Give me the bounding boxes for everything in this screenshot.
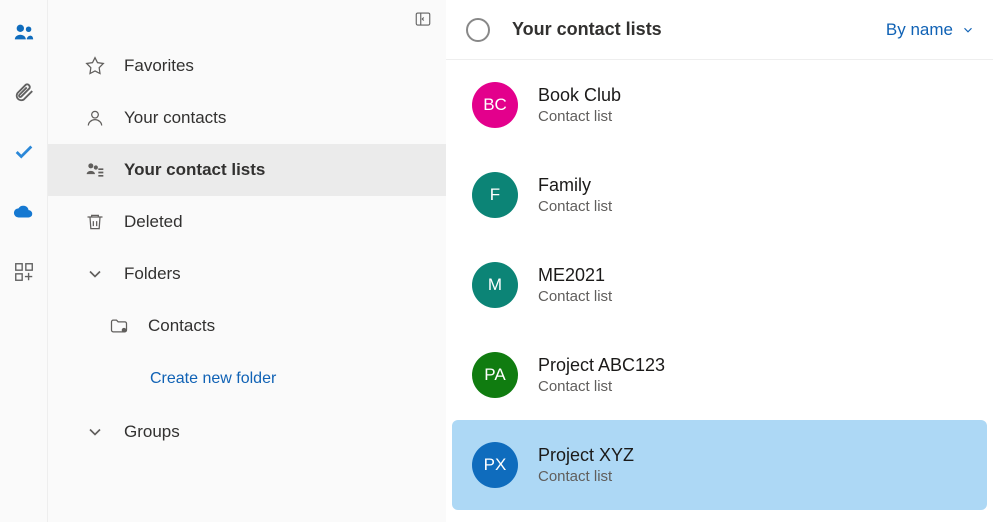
contact-list-icon (84, 159, 106, 181)
avatar: PX (472, 442, 518, 488)
nav-label: Deleted (124, 212, 183, 232)
contact-list-row[interactable]: PA Project ABC123 Contact list (452, 330, 987, 420)
nav-label: Your contact lists (124, 160, 265, 180)
app-people[interactable] (8, 16, 40, 48)
collapse-icon (414, 10, 432, 28)
nav-contacts-folder[interactable]: Contacts (48, 300, 446, 352)
nav-deleted[interactable]: Deleted (48, 196, 446, 248)
nav-label: Favorites (124, 56, 194, 76)
people-icon (13, 21, 35, 43)
todo-icon (13, 141, 35, 163)
app-todo[interactable] (8, 136, 40, 168)
main-header: Your contact lists By name (446, 0, 993, 60)
sidebar: Favorites Your contacts Your contact lis… (48, 0, 446, 522)
collapse-sidebar-button[interactable] (414, 10, 432, 33)
list-item-subtitle: Contact list (538, 198, 612, 215)
list-item-name: Project ABC123 (538, 355, 665, 376)
list-item-name: Book Club (538, 85, 621, 106)
list-item-subtitle: Contact list (538, 378, 665, 395)
nav-favorites[interactable]: Favorites (48, 40, 446, 92)
nav-your-contacts[interactable]: Your contacts (48, 92, 446, 144)
nav-label: Groups (124, 422, 180, 442)
page-title: Your contact lists (512, 19, 886, 40)
nav-folders[interactable]: Folders (48, 248, 446, 300)
nav-your-contact-lists[interactable]: Your contact lists (48, 144, 446, 196)
avatar: M (472, 262, 518, 308)
contact-list-container: BC Book Club Contact list F Family Contact li… (446, 60, 993, 510)
attach-icon (13, 81, 35, 103)
app-onedrive[interactable] (8, 196, 40, 228)
list-item-subtitle: Contact list (538, 108, 621, 125)
list-item-text: Project XYZ Contact list (538, 445, 634, 485)
app-rail (0, 0, 48, 522)
sort-label: By name (886, 20, 953, 40)
sort-button[interactable]: By name (886, 20, 975, 40)
star-icon (84, 55, 106, 77)
nav-label: Contacts (148, 316, 215, 336)
avatar: BC (472, 82, 518, 128)
nav-label: Folders (124, 264, 181, 284)
list-item-text: ME2021 Contact list (538, 265, 612, 305)
list-item-text: Family Contact list (538, 175, 612, 215)
chevron-down-icon (961, 23, 975, 37)
contact-list-row[interactable]: BC Book Club Contact list (452, 60, 987, 150)
select-all-checkbox[interactable] (466, 18, 490, 42)
main-panel: Your contact lists By name BC Book Club Co… (446, 0, 993, 522)
chevron-down-icon (84, 421, 106, 443)
trash-icon (84, 211, 106, 233)
nav-groups[interactable]: Groups (48, 406, 446, 458)
create-folder-label: Create new folder (150, 370, 276, 387)
cloud-icon (13, 201, 35, 223)
chevron-down-icon (84, 263, 106, 285)
contact-list-row[interactable]: PX Project XYZ Contact list (452, 420, 987, 510)
nav-label: Your contacts (124, 108, 226, 128)
list-item-name: ME2021 (538, 265, 612, 286)
avatar: F (472, 172, 518, 218)
avatar: PA (472, 352, 518, 398)
list-item-subtitle: Contact list (538, 288, 612, 305)
person-icon (84, 107, 106, 129)
apps-icon (13, 261, 35, 283)
list-item-name: Family (538, 175, 612, 196)
list-item-subtitle: Contact list (538, 468, 634, 485)
folder-contacts-icon (108, 315, 130, 337)
app-files[interactable] (8, 76, 40, 108)
list-item-text: Book Club Contact list (538, 85, 621, 125)
contact-list-row[interactable]: M ME2021 Contact list (452, 240, 987, 330)
contact-list-row[interactable]: F Family Contact list (452, 150, 987, 240)
list-item-text: Project ABC123 Contact list (538, 355, 665, 395)
list-item-name: Project XYZ (538, 445, 634, 466)
app-more[interactable] (8, 256, 40, 288)
create-folder-link[interactable]: Create new folder (48, 352, 446, 406)
